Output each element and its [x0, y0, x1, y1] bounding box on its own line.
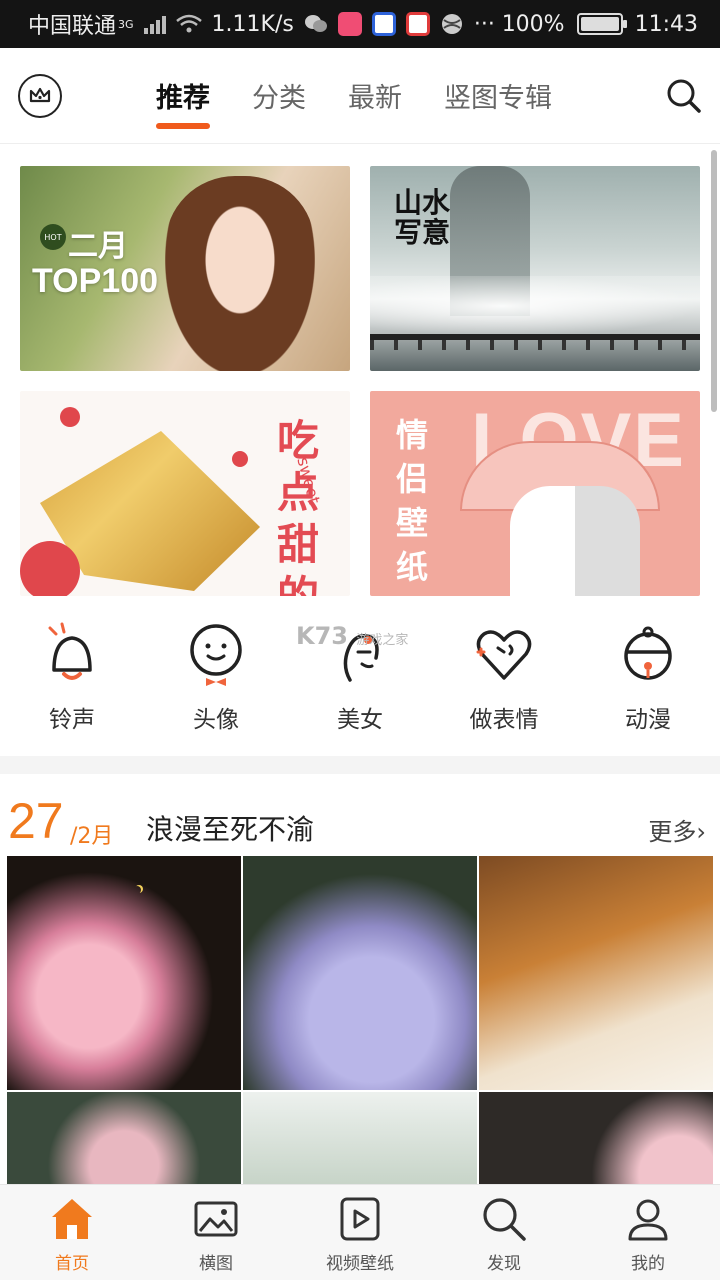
map-pin-icon: [405, 12, 430, 36]
watermark-sub: 游戏之家: [356, 633, 409, 648]
status-bar: 中国联通 3G 1.11K/s ··· 100% 11:43: [0, 0, 720, 48]
couple-image: [510, 486, 640, 596]
network-speed: 1.11K/s: [211, 11, 294, 37]
tab-latest[interactable]: 最新: [348, 76, 402, 129]
nav-home[interactable]: 首页: [0, 1185, 144, 1280]
clock: 11:43: [634, 11, 698, 37]
decor-dot: [20, 541, 80, 596]
category-label: 铃声: [49, 707, 95, 733]
home-icon: [52, 1199, 92, 1239]
more-link[interactable]: 更多›: [648, 812, 706, 847]
wallpaper-thumb[interactable]: [243, 1092, 477, 1184]
banner-sweet[interactable]: 吃点甜的 sweet: [20, 391, 350, 596]
section-month: /2月: [70, 824, 114, 849]
tab-recommend[interactable]: 推荐: [156, 76, 210, 129]
decor-dot: [232, 451, 248, 467]
wechat-icon: [304, 15, 327, 32]
nav-mine[interactable]: 我的: [576, 1185, 720, 1280]
discover-icon: [483, 1198, 526, 1241]
network-type: 3G: [118, 18, 134, 31]
section-title: 浪漫至死不渝: [146, 813, 315, 846]
top-nav: 推荐 分类 最新 竖图专辑: [0, 48, 720, 144]
nav-label: 视频壁纸: [326, 1254, 394, 1274]
baidu-icon: [371, 12, 396, 36]
banner-landscape[interactable]: 山水写意: [370, 166, 700, 371]
nav-landscape[interactable]: 横图: [144, 1185, 288, 1280]
scrollbar[interactable]: [711, 150, 717, 412]
more-notifications: ···: [473, 11, 495, 37]
heart-face-icon: [476, 630, 532, 680]
banner-grid: HOT 二月 TOP100 山水写意 吃点甜的 sweet LOVE 情侣壁纸: [20, 166, 700, 596]
bridge-pillars: [370, 340, 700, 350]
signal-icon: [143, 14, 166, 34]
nav-label: 首页: [55, 1254, 89, 1274]
nav-label: 横图: [199, 1254, 233, 1274]
category-anime[interactable]: 动漫: [576, 622, 720, 750]
search-icon[interactable]: [666, 78, 702, 114]
wallpaper-thumb[interactable]: [243, 856, 477, 1090]
battery-percent: 100%: [501, 11, 565, 37]
tab-portrait-albums[interactable]: 竖图专辑: [444, 76, 552, 129]
nav-label: 发现: [487, 1254, 521, 1274]
carrier-name: 中国联通: [28, 14, 117, 39]
banner-couple-title: 情侣壁纸: [396, 416, 429, 586]
watermark-text: K73: [296, 622, 348, 650]
wallpaper-thumb[interactable]: [7, 1092, 241, 1184]
video-icon: [340, 1197, 380, 1241]
ball-icon: [441, 14, 462, 34]
watermark: K73 游戏之家: [296, 622, 408, 650]
banner-month: 二月: [68, 229, 128, 264]
banner-sweet-title: 吃点甜的: [276, 416, 319, 596]
category-avatar[interactable]: 头像: [144, 622, 288, 750]
banner-couple[interactable]: LOVE 情侣壁纸: [370, 391, 700, 596]
category-ringtone[interactable]: 铃声: [0, 622, 144, 750]
category-make-sticker[interactable]: 做表情: [432, 622, 576, 750]
anime-bell-icon: [624, 626, 672, 680]
mist-image: [370, 276, 700, 336]
wallpaper-thumb[interactable]: [7, 856, 241, 1090]
hot-badge: HOT: [40, 224, 66, 250]
battery-icon: [576, 13, 627, 35]
bottom-nav: 首页 横图 视频壁纸 发现 我的: [0, 1184, 720, 1280]
section-day: 27: [8, 793, 64, 849]
wallpaper-thumb[interactable]: [479, 1092, 713, 1184]
bell-icon: [48, 622, 92, 680]
wallpaper-grid: [7, 856, 713, 1184]
banner-top100-label: TOP100: [32, 262, 159, 300]
daily-section-header: 27 /2月 浪漫至死不渝 更多›: [0, 776, 720, 856]
nav-label: 我的: [631, 1254, 665, 1274]
image-icon: [194, 1201, 238, 1237]
crown-icon[interactable]: [18, 74, 62, 118]
profile-icon: [628, 1199, 668, 1241]
banner-landscape-title: 山水写意: [394, 186, 451, 249]
moon-icon: [133, 886, 141, 894]
category-label: 做表情: [469, 707, 539, 733]
nav-discover[interactable]: 发现: [432, 1185, 576, 1280]
smiley-icon: [190, 624, 242, 686]
wifi-icon: [175, 14, 202, 33]
decor-dot: [60, 407, 80, 427]
banner-top100[interactable]: HOT 二月 TOP100: [20, 166, 350, 371]
category-label: 动漫: [625, 707, 671, 733]
wallpaper-thumb[interactable]: [479, 856, 713, 1090]
app-notification-icon: [337, 12, 362, 36]
top-tabs: 推荐 分类 最新 竖图专辑: [156, 76, 552, 129]
category-label: 美女: [337, 707, 383, 733]
section-divider: [0, 756, 720, 774]
nav-video-wallpaper[interactable]: 视频壁纸: [288, 1185, 432, 1280]
category-label: 头像: [193, 707, 239, 733]
portrait-image: [165, 176, 315, 371]
tab-category[interactable]: 分类: [252, 76, 306, 129]
